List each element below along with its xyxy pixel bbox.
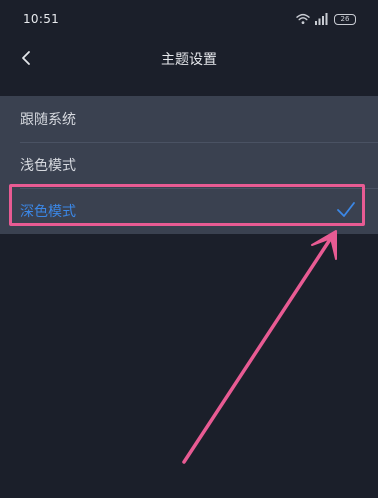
option-follow-system[interactable]: 跟随系统: [0, 96, 378, 142]
option-label: 跟随系统: [20, 112, 76, 128]
wifi-icon: [296, 10, 310, 29]
option-light-mode[interactable]: 浅色模式: [0, 142, 378, 188]
page-title: 主题设置: [161, 52, 217, 68]
status-time: 10:51: [23, 12, 60, 26]
option-label: 深色模式: [20, 204, 76, 220]
battery-level: 26: [340, 14, 350, 23]
theme-options-list: 跟随系统 浅色模式 深色模式: [0, 96, 378, 234]
title-bar: 主题设置: [0, 40, 378, 78]
theme-settings-screen: 10:51 26 主题设置 跟随系统 浅色模式 深色模式: [0, 0, 378, 498]
signal-icon: [315, 10, 329, 29]
option-dark-mode[interactable]: 深色模式: [0, 188, 378, 234]
checkmark-icon: [337, 202, 355, 217]
option-label: 浅色模式: [20, 158, 76, 174]
status-bar: 10:51 26: [0, 0, 378, 40]
battery-icon: 26: [334, 13, 356, 25]
status-icons: 26: [296, 11, 356, 27]
